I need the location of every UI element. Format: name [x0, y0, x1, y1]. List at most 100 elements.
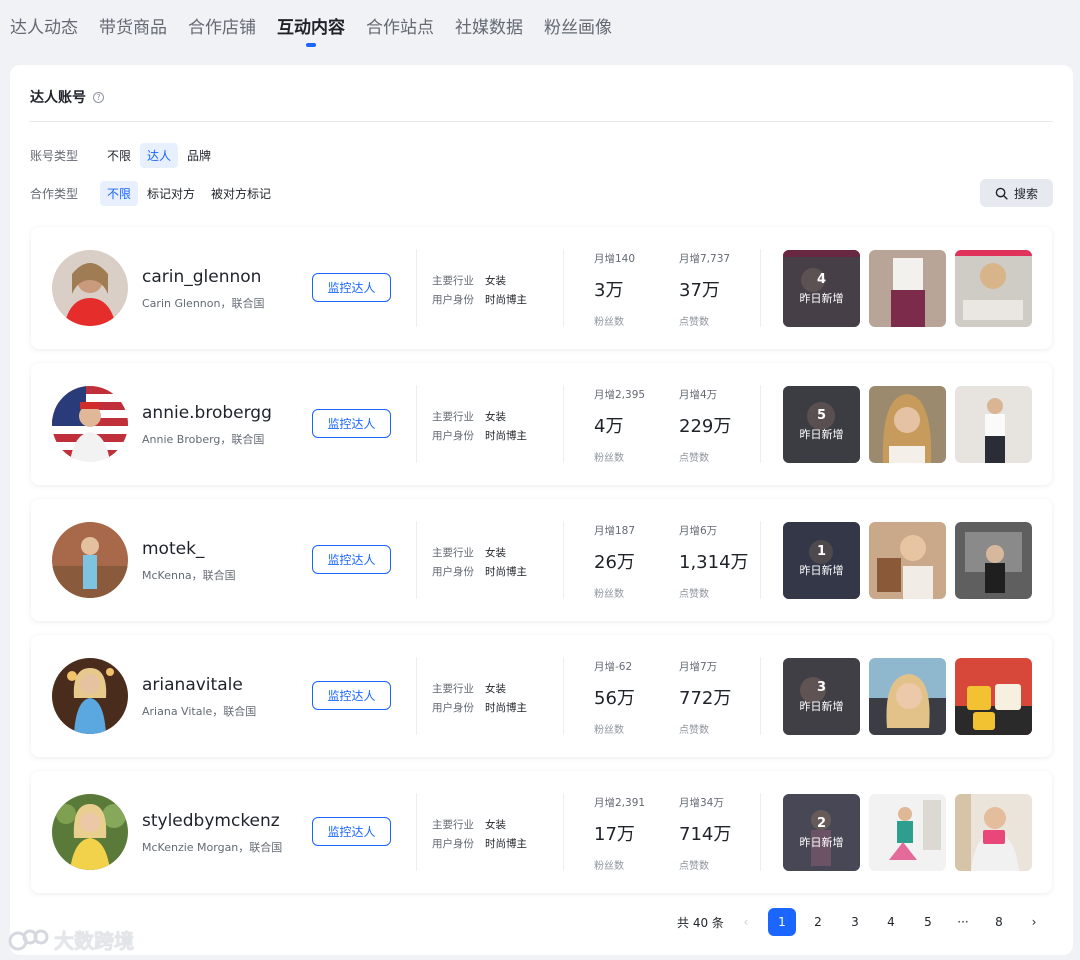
- chip-creator[interactable]: 达人: [140, 142, 179, 168]
- page-button[interactable]: 5: [914, 908, 942, 936]
- watermark: 大数跨境: [8, 925, 134, 954]
- industry: 主要行业 女装: [432, 817, 506, 832]
- new-count: 3: [816, 679, 827, 695]
- video-thumbnail[interactable]: [955, 386, 1032, 463]
- next-page-button[interactable]: ›: [1020, 908, 1048, 936]
- fans-count: 56万: [594, 688, 635, 709]
- divider: [760, 793, 761, 871]
- divider: [760, 385, 761, 463]
- video-thumbnail[interactable]: [869, 658, 946, 735]
- tab-creator-activity[interactable]: 达人动态: [10, 13, 78, 38]
- video-thumbnail[interactable]: [869, 522, 946, 599]
- video-thumbnail[interactable]: [955, 794, 1032, 871]
- creator-subtitle: McKenna，联合国: [142, 569, 236, 582]
- new-overlay: 1 昨日新增: [783, 522, 860, 599]
- divider: [416, 657, 417, 735]
- avatar[interactable]: [52, 250, 128, 326]
- video-thumbnail[interactable]: [869, 794, 946, 871]
- creator-row[interactable]: annie.brobergg Annie Broberg，联合国 监控达人 主要…: [31, 363, 1052, 485]
- divider: [416, 385, 417, 463]
- avatar[interactable]: [52, 522, 128, 598]
- chip-brand[interactable]: 品牌: [180, 143, 218, 168]
- search-button[interactable]: 搜索: [980, 179, 1053, 207]
- chip-unlimited[interactable]: 不限: [100, 180, 139, 206]
- likes-increase: 月增6万: [679, 525, 718, 537]
- chip-tagged-by-other[interactable]: 被对方标记: [204, 181, 278, 206]
- new-overlay: 4 昨日新增: [783, 250, 860, 327]
- fans-label: 粉丝数: [594, 589, 624, 600]
- search-label: 搜索: [1013, 186, 1038, 201]
- identity-key: 用户身份: [432, 430, 474, 442]
- video-thumbnail[interactable]: [869, 386, 946, 463]
- new-count: 4: [816, 271, 827, 287]
- creator-subtitle: Ariana Vitale，联合国: [142, 705, 257, 718]
- monitor-button[interactable]: 监控达人: [312, 817, 391, 846]
- monitor-button[interactable]: 监控达人: [312, 273, 391, 302]
- creator-handle[interactable]: arianavitale: [142, 675, 243, 695]
- industry-value: 女装: [485, 547, 506, 559]
- industry-key: 主要行业: [432, 411, 474, 423]
- creator-handle[interactable]: styledbymckenz: [142, 811, 280, 831]
- help-icon[interactable]: ?: [93, 91, 104, 103]
- avatar[interactable]: [52, 794, 128, 870]
- divider: [563, 385, 564, 463]
- video-thumbnail[interactable]: [955, 658, 1032, 735]
- likes-increase: 月增7,737: [679, 253, 731, 265]
- avatar[interactable]: [52, 386, 128, 462]
- monitor-button[interactable]: 监控达人: [312, 545, 391, 574]
- page-button[interactable]: 3: [841, 908, 869, 936]
- tab-partner-sites[interactable]: 合作站点: [366, 13, 434, 38]
- chip-tagged-other[interactable]: 标记对方: [140, 181, 202, 206]
- video-thumbnail[interactable]: 4 昨日新增: [783, 250, 860, 327]
- tab-fan-profile[interactable]: 粉丝画像: [544, 13, 612, 38]
- identity-value: 时尚博主: [485, 430, 527, 442]
- divider: [563, 657, 564, 735]
- creator-subtitle: Carin Glennon，联合国: [142, 297, 265, 310]
- video-thumbnail[interactable]: 3 昨日新增: [783, 658, 860, 735]
- creator-handle[interactable]: annie.brobergg: [142, 403, 272, 423]
- video-thumbnail[interactable]: [955, 522, 1032, 599]
- creator-row[interactable]: carin_glennon Carin Glennon，联合国 监控达人 主要行…: [31, 227, 1052, 349]
- monitor-button[interactable]: 监控达人: [312, 681, 391, 710]
- video-thumbnail[interactable]: [955, 250, 1032, 327]
- creator-row[interactable]: arianavitale Ariana Vitale，联合国 监控达人 主要行业…: [31, 635, 1052, 757]
- fans-count: 17万: [594, 824, 635, 845]
- tab-interactive-content[interactable]: 互动内容: [277, 13, 345, 47]
- fans-label: 粉丝数: [594, 453, 624, 464]
- fans-increase: 月增-62: [594, 661, 633, 673]
- video-thumbnail[interactable]: 2 昨日新增: [783, 794, 860, 871]
- watermark-logo-icon: [8, 929, 49, 950]
- industry-value: 女装: [485, 275, 506, 287]
- industry-value: 女装: [485, 411, 506, 423]
- tab-social-data[interactable]: 社媒数据: [455, 13, 523, 38]
- creator-row[interactable]: styledbymckenz McKenzie Morgan，联合国 监控达人 …: [31, 771, 1052, 893]
- monitor-button[interactable]: 监控达人: [312, 409, 391, 438]
- likes-count: 714万: [679, 824, 732, 845]
- tab-products[interactable]: 带货商品: [99, 13, 167, 38]
- fans-label: 粉丝数: [594, 725, 624, 736]
- likes-count: 1,314万: [679, 552, 749, 573]
- page-button[interactable]: 2: [804, 908, 832, 936]
- creator-handle[interactable]: motek_: [142, 539, 204, 559]
- creator-handle[interactable]: carin_glennon: [142, 267, 261, 287]
- industry: 主要行业 女装: [432, 545, 506, 560]
- page-button[interactable]: 4: [877, 908, 905, 936]
- video-thumbnail[interactable]: [869, 250, 946, 327]
- creator-row[interactable]: motek_ McKenna，联合国 监控达人 主要行业 女装 用户身份 时尚博主 …: [31, 499, 1052, 621]
- chip-unlimited[interactable]: 不限: [100, 143, 138, 168]
- video-thumbnail[interactable]: 1 昨日新增: [783, 522, 860, 599]
- page-ellipsis[interactable]: ···: [949, 908, 977, 936]
- avatar[interactable]: [52, 658, 128, 734]
- likes-label: 点赞数: [679, 861, 709, 872]
- page-button[interactable]: 1: [768, 908, 796, 936]
- fans-count: 26万: [594, 552, 635, 573]
- new-count: 5: [816, 407, 827, 423]
- tab-partner-shops[interactable]: 合作店铺: [188, 13, 256, 38]
- page-button[interactable]: 8: [985, 908, 1013, 936]
- video-thumbnail[interactable]: 5 昨日新增: [783, 386, 860, 463]
- industry: 主要行业 女装: [432, 681, 506, 696]
- divider: [563, 249, 564, 327]
- divider: [563, 793, 564, 871]
- prev-page-button[interactable]: ‹: [732, 908, 760, 936]
- watermark-text: 大数跨境: [54, 929, 134, 953]
